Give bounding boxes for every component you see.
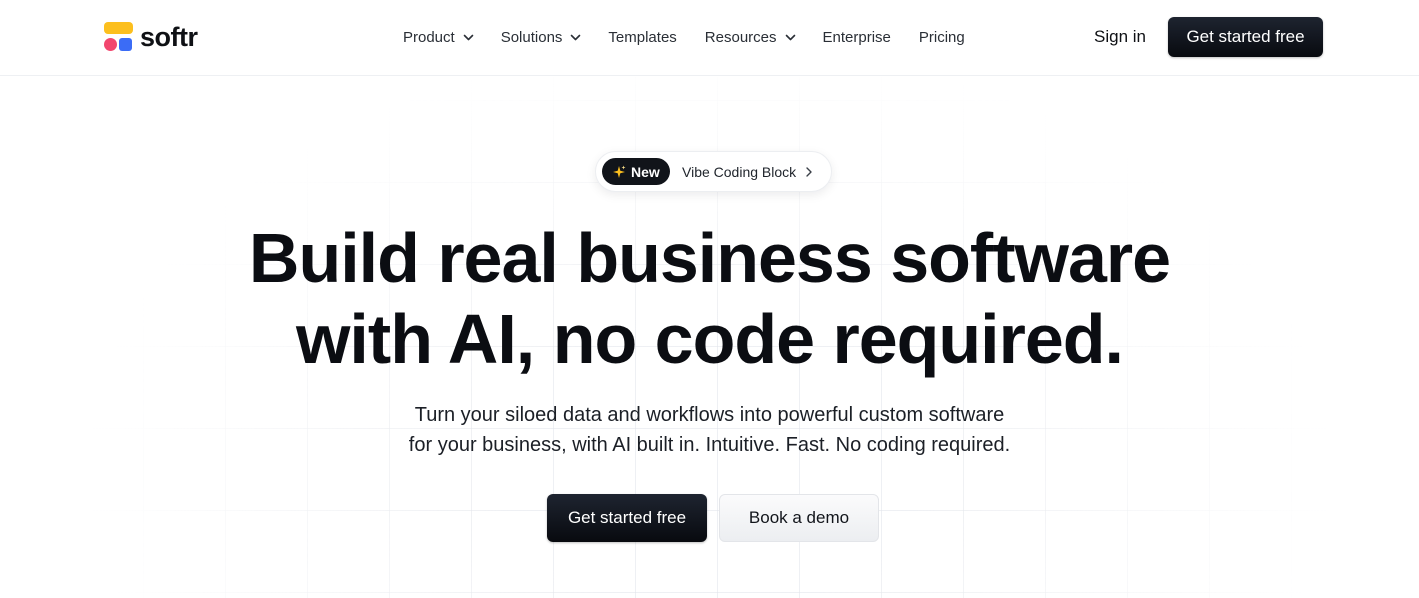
landing-page: softr Product Solutions Templates Resour…	[0, 0, 1419, 598]
logo-mark-icon	[104, 22, 133, 52]
chevron-down-icon	[570, 33, 581, 42]
nav-item-label: Solutions	[500, 28, 563, 46]
get-started-free-button[interactable]: Get started free	[547, 494, 707, 542]
main-nav: Product Solutions Templates Resources En…	[403, 26, 965, 48]
nav-item-label: Resources	[704, 28, 777, 46]
hero-subtitle-line-1: Turn your siloed data and workflows into…	[414, 404, 1005, 426]
hero-title: Build real business software with AI, no…	[0, 218, 1419, 380]
announcement-text: Vibe Coding Block	[682, 163, 797, 180]
hero-subtitle-line-2: for your business, with AI built in. Int…	[408, 434, 1011, 456]
nav-item-solutions[interactable]: Solutions	[500, 28, 581, 46]
nav-item-pricing[interactable]: Pricing	[919, 29, 965, 46]
nav-item-label: Templates	[608, 28, 677, 46]
sign-in-link[interactable]: Sign in	[1094, 26, 1146, 48]
nav-item-product[interactable]: Product	[403, 28, 474, 46]
nav-item-label: Pricing	[918, 28, 965, 46]
logo-wordmark: softr	[140, 22, 198, 52]
announcement-pill[interactable]: New Vibe Coding Block	[595, 151, 832, 192]
new-badge-label: New	[631, 163, 660, 180]
nav-item-enterprise[interactable]: Enterprise	[823, 29, 891, 46]
hero-subtitle: Turn your siloed data and workflows into…	[0, 400, 1419, 460]
chevron-down-icon	[463, 33, 474, 42]
sparkle-icon	[612, 165, 626, 179]
book-a-demo-button[interactable]: Book a demo	[719, 494, 879, 542]
softr-logo[interactable]: softr	[104, 22, 198, 52]
chevron-down-icon	[785, 33, 795, 42]
new-badge: New	[602, 158, 670, 185]
header-get-started-button[interactable]: Get started free	[1168, 17, 1323, 57]
nav-item-templates[interactable]: Templates	[608, 29, 676, 46]
nav-item-label: Enterprise	[822, 28, 891, 46]
hero-title-line-1: Build real business software	[248, 219, 1171, 297]
chevron-right-icon	[805, 166, 813, 178]
hero-title-line-2: with AI, no code required.	[295, 300, 1124, 378]
nav-item-resources[interactable]: Resources	[704, 28, 795, 46]
top-navigation-bar: softr Product Solutions Templates Resour…	[0, 0, 1419, 76]
nav-item-label: Product	[403, 28, 455, 46]
